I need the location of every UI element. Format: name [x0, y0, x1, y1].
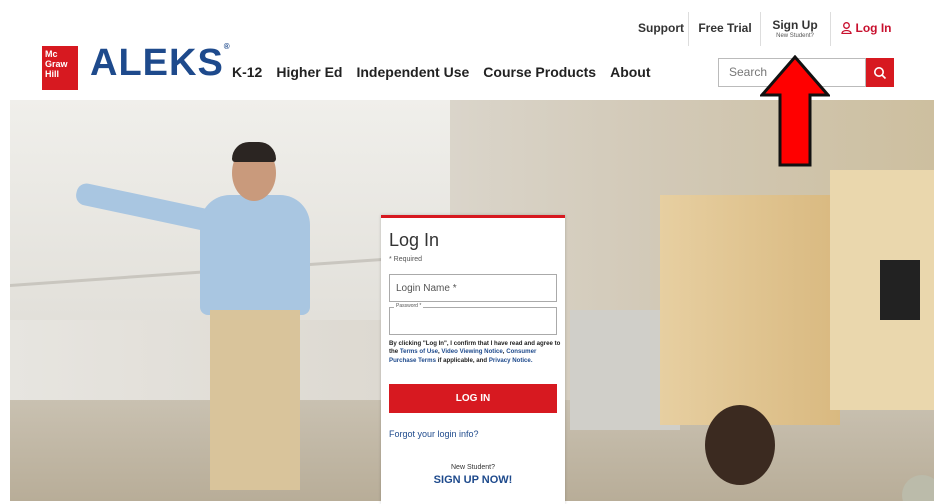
free-trial-link[interactable]: Free Trial [696, 10, 754, 46]
password-input[interactable]: Password * [389, 303, 557, 335]
logo-line: Hill [45, 69, 60, 79]
sign-up-label: Sign Up [772, 17, 818, 32]
support-label: Support [638, 21, 684, 35]
login-card: Log In * Required Login Name * Password … [381, 215, 565, 504]
log-in-label: Log In [855, 21, 892, 35]
mcgraw-hill-logo[interactable]: Mc Graw Hill [42, 46, 78, 90]
computer-monitor [880, 260, 920, 320]
login-name-input[interactable]: Login Name * [389, 274, 557, 302]
privacy-notice-link[interactable]: Privacy Notice. [489, 357, 533, 364]
login-title: Log In [389, 230, 440, 250]
consent-text: By clicking "Log In", I confirm that I h… [389, 340, 561, 364]
logo-line: Mc [45, 49, 58, 59]
sign-up-now-link[interactable]: SIGN UP NOW! [381, 474, 565, 486]
teacher-hair [232, 142, 276, 162]
nav-about[interactable]: About [610, 64, 650, 80]
teacher-legs [210, 310, 300, 490]
sign-up-link[interactable]: Sign Up New Student? [766, 10, 824, 46]
logo-line: Graw [45, 59, 68, 69]
sign-up-sublabel: New Student? [776, 32, 814, 39]
red-arrow-annotation [760, 55, 830, 167]
divider [830, 12, 831, 46]
brand-text: ALEKS [90, 42, 224, 84]
required-note: * Required [389, 256, 423, 263]
new-student-label: New Student? [451, 464, 495, 471]
search-icon [874, 66, 887, 79]
nav-course-products[interactable]: Course Products [483, 64, 596, 80]
consent-middle: if applicable, and [437, 356, 488, 364]
divider [760, 12, 761, 46]
terms-of-use-link[interactable]: Terms of Use [400, 348, 438, 355]
support-link[interactable]: Support [638, 10, 684, 46]
primary-nav: K-12 Higher Ed Independent Use Course Pr… [232, 64, 665, 80]
student-head [705, 405, 775, 485]
registered-mark: ® [223, 42, 231, 51]
password-label: Password * [394, 303, 424, 309]
study-booth [660, 195, 840, 425]
teacher-body [200, 195, 310, 315]
free-trial-label: Free Trial [698, 21, 752, 35]
aleks-logo[interactable]: ALEKS® [90, 42, 231, 85]
nav-k12[interactable]: K-12 [232, 64, 262, 80]
user-icon [840, 22, 852, 34]
divider [688, 12, 689, 46]
forgot-login-link[interactable]: Forgot your login info? [389, 429, 479, 439]
nav-independent-use[interactable]: Independent Use [356, 64, 469, 80]
nav-higher-ed[interactable]: Higher Ed [276, 64, 342, 80]
log-in-button[interactable]: LOG IN [389, 384, 557, 413]
log-in-link[interactable]: Log In [836, 10, 896, 46]
search-button[interactable] [866, 58, 894, 87]
video-viewing-notice-link[interactable]: Video Viewing Notice [441, 348, 502, 355]
